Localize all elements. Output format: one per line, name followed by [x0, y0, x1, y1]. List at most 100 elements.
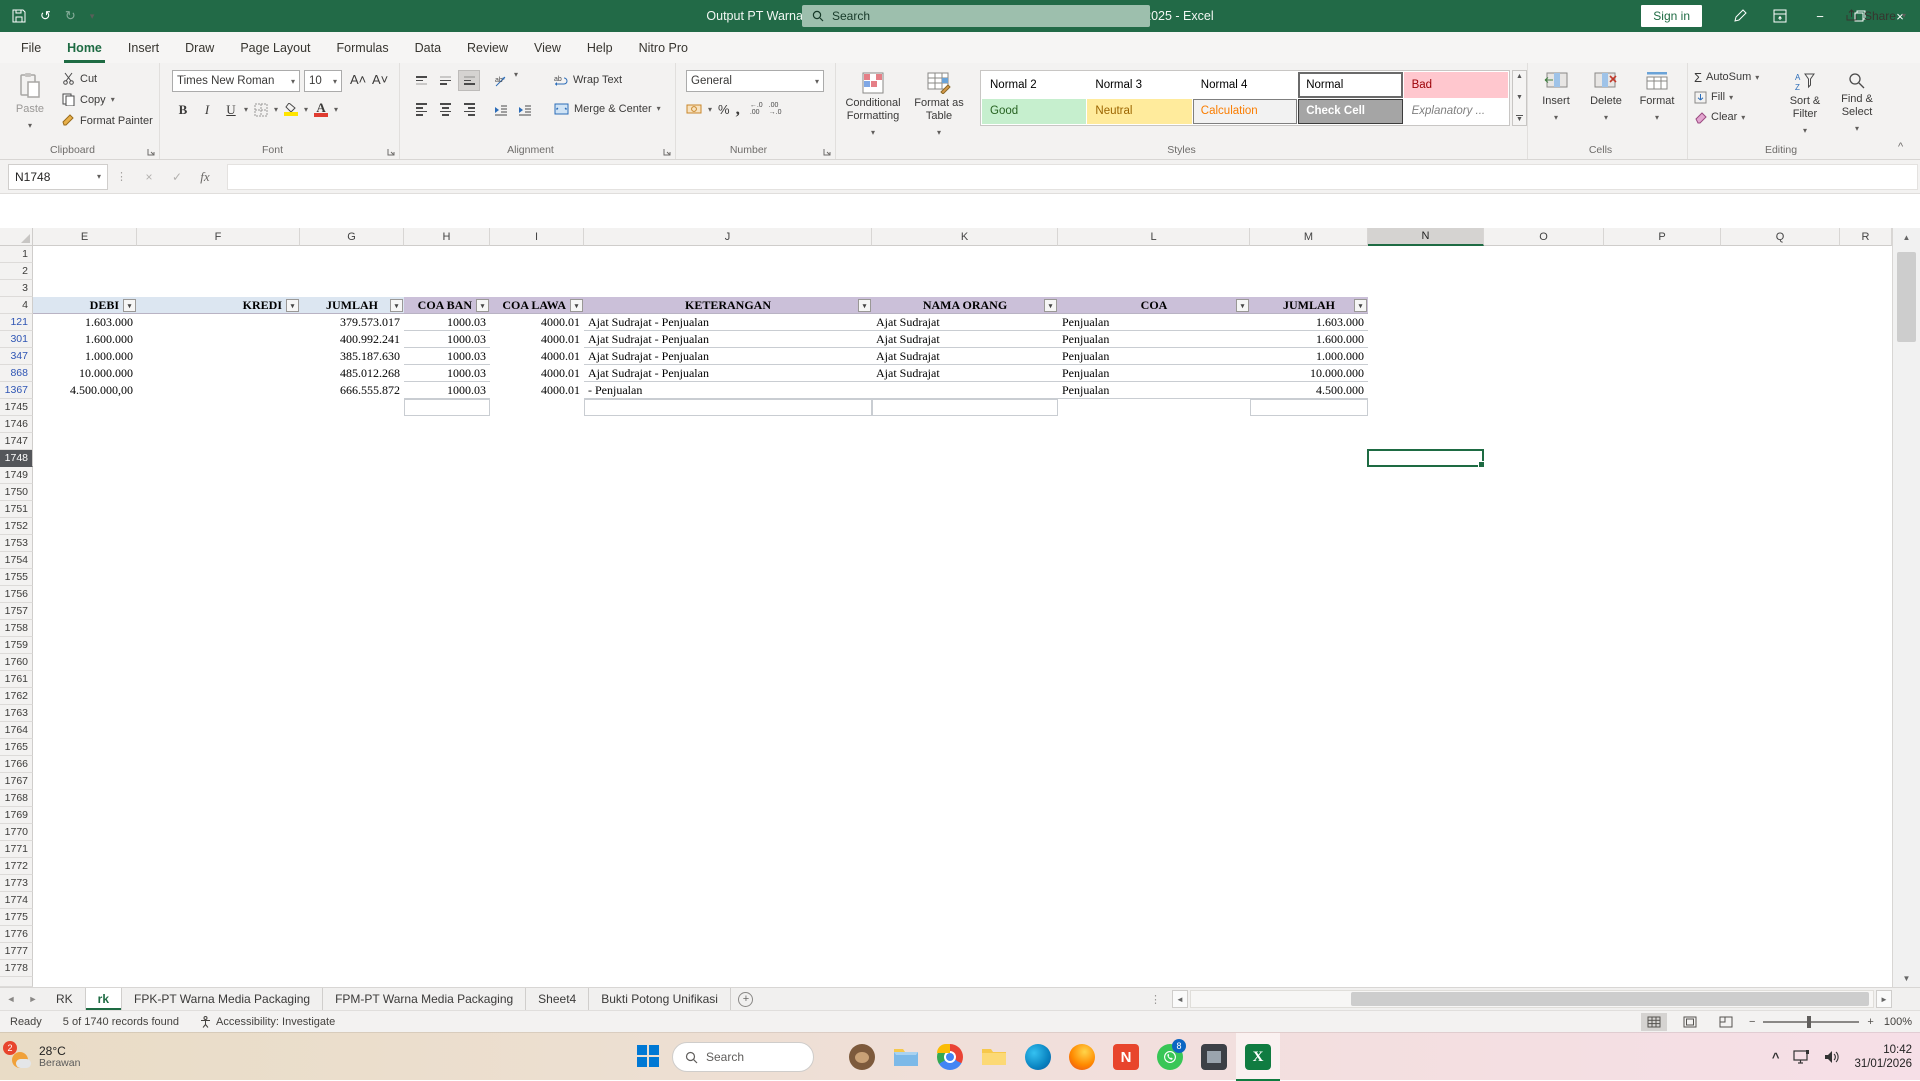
increase-decimal-button[interactable]: ←.0.00	[750, 102, 763, 116]
cell-M1766[interactable]	[1250, 756, 1368, 773]
cell-I121[interactable]: 4000.01	[490, 314, 584, 331]
cell-G1748[interactable]	[300, 450, 404, 467]
cell-E1754[interactable]	[33, 552, 137, 569]
cell-L121[interactable]: Penjualan	[1058, 314, 1250, 331]
ribbon-tab-file[interactable]: File	[8, 32, 54, 63]
cell-M1775[interactable]	[1250, 909, 1368, 926]
cell-E1774[interactable]	[33, 892, 137, 909]
row-header-301[interactable]: 301	[0, 331, 33, 348]
cell-P1749[interactable]	[1604, 467, 1721, 484]
cell-G1745[interactable]	[300, 399, 404, 416]
volume-icon[interactable]	[1824, 1050, 1840, 1064]
cell-J1774[interactable]	[584, 892, 872, 909]
font-color-chevron-icon[interactable]: ▾	[334, 105, 338, 114]
cell-N1770[interactable]	[1368, 824, 1484, 841]
cell-K1773[interactable]	[872, 875, 1058, 892]
cell-N1777[interactable]	[1368, 943, 1484, 960]
cell-K1777[interactable]	[872, 943, 1058, 960]
cell-M1367[interactable]: 4.500.000	[1250, 382, 1368, 399]
cell-H1754[interactable]	[404, 552, 490, 569]
cell-N1762[interactable]	[1368, 688, 1484, 705]
cell-R1777[interactable]	[1840, 943, 1892, 960]
autosum-button[interactable]: Σ AutoSum ▾	[1694, 67, 1759, 87]
cell-H1765[interactable]	[404, 739, 490, 756]
cell-L1765[interactable]	[1058, 739, 1250, 756]
cell-I1776[interactable]	[490, 926, 584, 943]
find-select-button[interactable]: Find & Select ▾	[1832, 65, 1882, 135]
shrink-font-button[interactable]: A˅	[372, 72, 388, 87]
cell-O1751[interactable]	[1484, 501, 1604, 518]
cell-N1367[interactable]	[1368, 382, 1484, 399]
redo-icon[interactable]: ↻	[65, 8, 76, 24]
enter-icon[interactable]: ✓	[163, 170, 191, 184]
row-header-1751[interactable]: 1751	[0, 501, 33, 518]
cell-M1773[interactable]	[1250, 875, 1368, 892]
insert-cells-button[interactable]: Insert ▾	[1532, 65, 1580, 124]
cell-Q1367[interactable]	[1721, 382, 1840, 399]
cell-Q1771[interactable]	[1721, 841, 1840, 858]
cell-M347[interactable]: 1.000.000	[1250, 348, 1368, 365]
orientation-chevron-icon[interactable]: ▾	[514, 70, 518, 91]
percent-style-button[interactable]: %	[718, 102, 730, 117]
cell-H1746[interactable]	[404, 416, 490, 433]
cell-F1750[interactable]	[137, 484, 300, 501]
cell-L1750[interactable]	[1058, 484, 1250, 501]
cell-N1773[interactable]	[1368, 875, 1484, 892]
cell-I1758[interactable]	[490, 620, 584, 637]
cell-K1755[interactable]	[872, 569, 1058, 586]
cell-L1772[interactable]	[1058, 858, 1250, 875]
cell-R1765[interactable]	[1840, 739, 1892, 756]
cell-R1746[interactable]	[1840, 416, 1892, 433]
ribbon-display-options-icon[interactable]	[1760, 0, 1800, 32]
row-header-1771[interactable]: 1771	[0, 841, 33, 858]
cell-Q1765[interactable]	[1721, 739, 1840, 756]
cell-J1763[interactable]	[584, 705, 872, 722]
cell-L1747[interactable]	[1058, 433, 1250, 450]
cell-O1760[interactable]	[1484, 654, 1604, 671]
cell-P1751[interactable]	[1604, 501, 1721, 518]
cell-H1761[interactable]	[404, 671, 490, 688]
cell-Q1753[interactable]	[1721, 535, 1840, 552]
cell-O1754[interactable]	[1484, 552, 1604, 569]
cell-G1775[interactable]	[300, 909, 404, 926]
cell-J1771[interactable]	[584, 841, 872, 858]
filter-icon-H[interactable]: ▾	[476, 299, 489, 312]
cell-R1761[interactable]	[1840, 671, 1892, 688]
cell-Q1755[interactable]	[1721, 569, 1840, 586]
cell-J1767[interactable]	[584, 773, 872, 790]
cell-H347[interactable]: 1000.03	[404, 348, 490, 365]
cell-O1[interactable]	[1484, 246, 1604, 263]
cell-M1774[interactable]	[1250, 892, 1368, 909]
cell-F1759[interactable]	[137, 637, 300, 654]
cell-N1749[interactable]	[1368, 467, 1484, 484]
cell-L1762[interactable]	[1058, 688, 1250, 705]
cell-Q868[interactable]	[1721, 365, 1840, 382]
cell-I2[interactable]	[490, 263, 584, 280]
cell-J1748[interactable]	[584, 450, 872, 467]
cell-N301[interactable]	[1368, 331, 1484, 348]
row-header-1766[interactable]: 1766	[0, 756, 33, 773]
cell-G347[interactable]: 385.187.630	[300, 348, 404, 365]
cell-N3[interactable]	[1368, 280, 1484, 297]
cell-J1778[interactable]	[584, 960, 872, 977]
cell-O1776[interactable]	[1484, 926, 1604, 943]
cell-N1772[interactable]	[1368, 858, 1484, 875]
cell-L1758[interactable]	[1058, 620, 1250, 637]
vertical-scrollbar[interactable]: ▲ ▼	[1892, 228, 1920, 987]
taskbar-app-whatsapp[interactable]: 8	[1148, 1033, 1192, 1081]
cell-F1756[interactable]	[137, 586, 300, 603]
filter-icon-M[interactable]: ▾	[1354, 299, 1367, 312]
cell-K1746[interactable]	[872, 416, 1058, 433]
cell-P1763[interactable]	[1604, 705, 1721, 722]
cell-M1765[interactable]	[1250, 739, 1368, 756]
cell-O4[interactable]	[1484, 297, 1604, 314]
cell-E1747[interactable]	[33, 433, 137, 450]
cell-P1762[interactable]	[1604, 688, 1721, 705]
row-header-2[interactable]: 2	[0, 263, 33, 280]
font-name-select[interactable]: Times New Roman▾	[172, 70, 300, 92]
cell-P1747[interactable]	[1604, 433, 1721, 450]
cell-R121[interactable]	[1840, 314, 1892, 331]
cell-M1760[interactable]	[1250, 654, 1368, 671]
align-right-button[interactable]	[458, 99, 480, 120]
cell-R1770[interactable]	[1840, 824, 1892, 841]
